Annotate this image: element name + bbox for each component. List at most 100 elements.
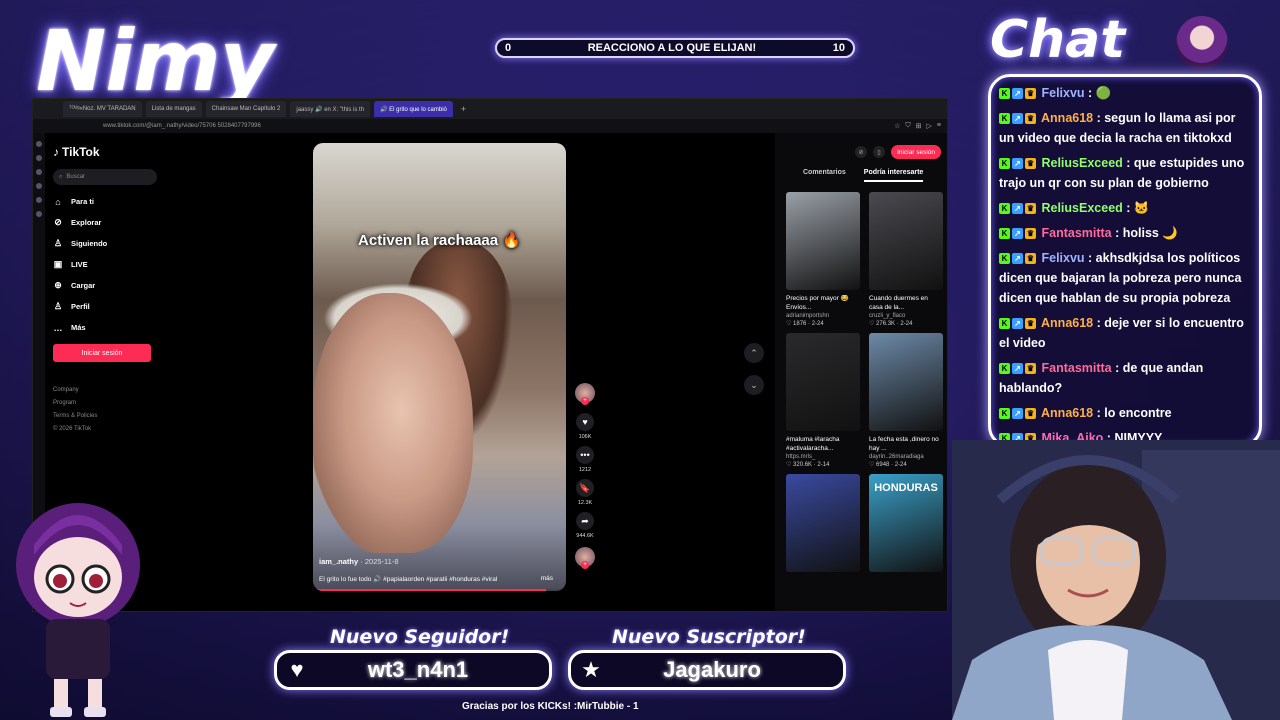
video-title[interactable]: Cuando duermes en casa de la... xyxy=(869,295,943,312)
sidebar-icon[interactable] xyxy=(36,183,42,189)
chat-username[interactable]: ReliusExceed xyxy=(1041,201,1122,215)
compass-icon[interactable]: ⊘ xyxy=(855,146,868,158)
extension-icon[interactable]: ⊞ xyxy=(916,122,922,130)
nav-label: Cargar xyxy=(71,281,96,290)
video-thumbnail[interactable] xyxy=(786,192,860,290)
video-author[interactable]: adrianimportshn xyxy=(786,313,860,319)
chat-username[interactable]: ReliusExceed xyxy=(1041,156,1122,170)
browser-tab[interactable]: ᵀᴼᵁᵍ«Noz. MV TARADAN xyxy=(63,101,142,117)
crown-badge-icon: ♛ xyxy=(1025,408,1036,420)
chat-username[interactable]: Fantasmitta xyxy=(1041,226,1111,240)
author-avatar[interactable] xyxy=(575,383,595,405)
video-author[interactable]: iam_.nathy · 2025-11-8 xyxy=(319,557,399,566)
tab-interesting[interactable]: Podría interesarte xyxy=(863,169,924,182)
footer-link[interactable]: Program xyxy=(53,397,183,410)
comment-action[interactable]: ••• 1212 xyxy=(576,446,594,473)
recommended-video[interactable]: La fecha esta ,dinero no hay ... dayrin..… xyxy=(869,333,943,468)
url-text[interactable]: www.tiktok.com/@iam_.nathy/video/75706 5… xyxy=(103,123,261,129)
browser-tab[interactable]: Chainsaw Man Capítulo 2 xyxy=(205,101,287,117)
video-stats: ♡ 6948 · 2-24 xyxy=(869,462,907,468)
new-tab-icon[interactable]: + xyxy=(461,104,466,114)
follower-alert: ♥ wt3_n4n1 xyxy=(274,650,552,690)
browser-tab-active[interactable]: 🔊 El grito que lo cambió xyxy=(374,101,453,117)
video-author[interactable]: cruzli_y_flaco xyxy=(869,313,943,319)
sidebar-icon[interactable] xyxy=(36,169,42,175)
nav-icon: ▣ xyxy=(53,259,63,269)
nav-item-más[interactable]: … Más xyxy=(53,317,183,338)
chat-separator: : xyxy=(1122,201,1134,215)
video-username[interactable]: iam_.nathy xyxy=(319,557,358,566)
video-thumbnail[interactable] xyxy=(786,474,860,572)
video-thumbnail[interactable] xyxy=(869,333,943,431)
chat-message: K ↗ ♛ Felixvu : akhsdkjdsa los políticos d… xyxy=(999,248,1251,308)
chat-separator: : xyxy=(1093,406,1105,420)
search-input[interactable]: ⌕ Buscar xyxy=(53,169,157,185)
share-action[interactable]: ➦ 944.6K xyxy=(576,512,594,539)
tab-comments[interactable]: Comentarios xyxy=(803,169,846,182)
browser-tab[interactable]: Lista de mangas xyxy=(145,101,202,117)
nav-item-perfil[interactable]: ♙ Perfil xyxy=(53,296,183,317)
recommended-video[interactable] xyxy=(786,474,860,572)
chat-username[interactable]: Felixvu xyxy=(1041,86,1084,100)
like-action[interactable]: ♥ 106K xyxy=(576,413,594,440)
tiktok-sidebar: ♪ TikTok ⌕ Buscar ⌂ Para ti ⊘ Explorar ♙ Sigu… xyxy=(53,145,183,436)
video-thumbnail[interactable] xyxy=(786,333,860,431)
video-title[interactable]: #maluma #laracha #activalaracha... xyxy=(786,436,860,453)
save-action[interactable]: 🔖 12.3K xyxy=(576,479,594,506)
bookmark-icon[interactable]: ☆ xyxy=(894,122,900,130)
video-player[interactable]: Activen la rachaaaa 🔥 iam_.nathy · 2025-… xyxy=(313,143,566,591)
chevron-up-icon[interactable]: ⌃ xyxy=(744,343,764,363)
chat-username[interactable]: Anna618 xyxy=(1041,406,1093,420)
footer-link[interactable]: Terms & Policies xyxy=(53,410,183,423)
video-thumbnail[interactable]: HONDURAS xyxy=(869,474,943,572)
video-thumbnail[interactable] xyxy=(869,192,943,290)
chevron-down-icon[interactable]: ⌄ xyxy=(744,375,764,395)
login-button[interactable]: Iniciar sesión xyxy=(53,344,151,362)
nav-label: Perfil xyxy=(71,302,90,311)
copyright: © 2026 TikTok xyxy=(53,426,92,432)
sidebar-icon[interactable] xyxy=(36,141,42,147)
heart-icon: ♥ xyxy=(290,657,304,682)
more-button[interactable]: más xyxy=(541,575,553,582)
heart-icon[interactable]: ♥ xyxy=(576,413,594,431)
sub-badge-icon: ↗ xyxy=(1012,113,1023,125)
recommended-video[interactable]: Cuando duermes en casa de la... cruzli_y_… xyxy=(869,192,943,327)
chat-username[interactable]: Fantasmitta xyxy=(1041,361,1111,375)
footer-link[interactable]: Company xyxy=(53,384,183,397)
nav-item-para-ti[interactable]: ⌂ Para ti xyxy=(53,191,183,212)
tiktok-logo[interactable]: ♪ TikTok xyxy=(53,145,183,159)
nav-item-siguiendo[interactable]: ♙ Siguiendo xyxy=(53,233,183,254)
chat-username[interactable]: Anna618 xyxy=(1041,316,1093,330)
address-bar[interactable]: www.tiktok.com/@iam_.nathy/video/75706 5… xyxy=(33,119,947,133)
sidebar-icon[interactable] xyxy=(36,197,42,203)
nav-item-live[interactable]: ▣ LIVE xyxy=(53,254,183,275)
share-icon[interactable]: ➦ xyxy=(576,512,594,530)
recommended-video[interactable]: Precios por mayor 😂 Envíos... adrianimpor… xyxy=(786,192,860,327)
nav-icon: ⌂ xyxy=(55,196,61,207)
panel-login-button[interactable]: Iniciar sesión xyxy=(891,145,941,159)
video-author[interactable]: https.mrls_ xyxy=(786,454,860,460)
chat-message: K ↗ ♛ Fantasmitta : holiss 🌙 xyxy=(999,223,1251,243)
comment-icon[interactable]: ••• xyxy=(576,446,594,464)
phone-icon[interactable]: ▯ xyxy=(873,146,886,158)
sidebar-icon[interactable] xyxy=(36,155,42,161)
video-author[interactable]: dayrin..26maradiaga xyxy=(869,454,943,460)
video-title[interactable]: La fecha esta ,dinero no hay ... xyxy=(869,436,943,453)
bookmark-icon[interactable]: 🔖 xyxy=(576,479,594,497)
kick-badge-icon: K xyxy=(999,203,1010,215)
crown-badge-icon: ♛ xyxy=(1025,253,1036,265)
music-disc[interactable] xyxy=(575,547,595,569)
video-title[interactable]: Precios por mayor 😂 Envíos... xyxy=(786,295,860,312)
browser-tab[interactable]: jaassy 🔊 en X: "this is th xyxy=(290,101,371,117)
shield-icon[interactable]: ⛉ xyxy=(905,122,910,130)
recommended-video[interactable]: HONDURAS xyxy=(869,474,943,572)
menu-icon[interactable]: ≡ xyxy=(937,122,941,130)
video-progress[interactable] xyxy=(313,589,566,591)
nav-item-explorar[interactable]: ⊘ Explorar xyxy=(53,212,183,233)
play-icon[interactable]: ▷ xyxy=(927,122,932,130)
chat-username[interactable]: Anna618 xyxy=(1041,111,1093,125)
sidebar-icon[interactable] xyxy=(36,211,42,217)
nav-item-cargar[interactable]: ⊕ Cargar xyxy=(53,275,183,296)
chat-username[interactable]: Felixvu xyxy=(1041,251,1084,265)
recommended-video[interactable]: #maluma #laracha #activalaracha... https.… xyxy=(786,333,860,468)
